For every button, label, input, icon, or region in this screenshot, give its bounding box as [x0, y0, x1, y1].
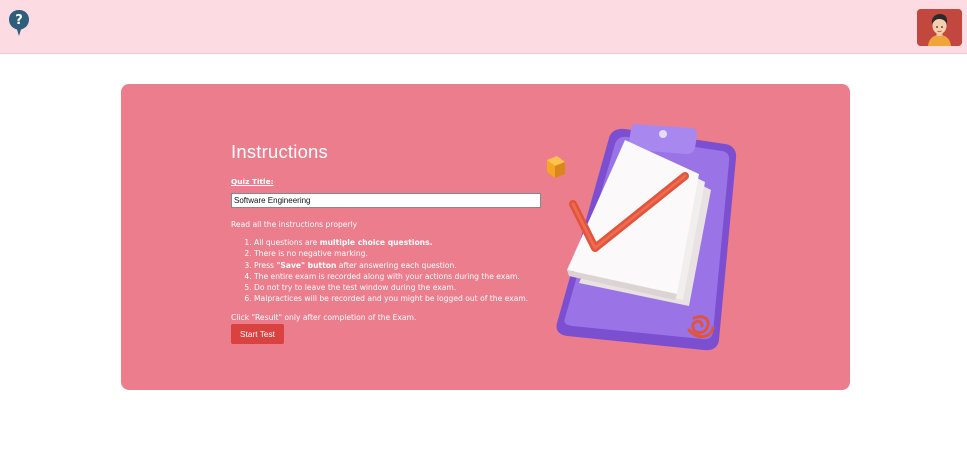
result-note: Click "Result" only after completion of …	[231, 312, 417, 322]
instruction-item: All questions are multiple choice questi…	[254, 237, 546, 248]
cube-icon	[547, 156, 565, 178]
instruction-item: Malpractices will be recorded and you mi…	[254, 293, 546, 304]
quiz-title-label: Quiz Title:	[231, 177, 274, 186]
page-title: Instructions	[231, 141, 328, 162]
instructions-card: Instructions Quiz Title: Read all the in…	[121, 84, 850, 390]
user-avatar-icon[interactable]	[917, 9, 962, 46]
top-navbar: ?	[0, 0, 967, 54]
instruction-item: The entire exam is recorded along with y…	[254, 271, 546, 282]
instruction-item: There is no negative marking.	[254, 248, 546, 259]
svg-text:?: ?	[15, 13, 23, 28]
start-test-button[interactable]: Start Test	[231, 324, 284, 344]
clipboard-checkmark-illustration	[547, 124, 737, 351]
instructions-list: All questions are multiple choice questi…	[231, 237, 546, 305]
instructions-content: Instructions Quiz Title: Read all the in…	[231, 141, 546, 344]
instruction-item: Do not try to leave the test window duri…	[254, 282, 546, 293]
help-question-icon[interactable]: ?	[8, 9, 30, 37]
quiz-title-field[interactable]	[231, 193, 541, 208]
read-instructions-note: Read all the instructions properly	[231, 220, 358, 229]
instruction-item: Press "Save" button after answering each…	[254, 260, 546, 271]
